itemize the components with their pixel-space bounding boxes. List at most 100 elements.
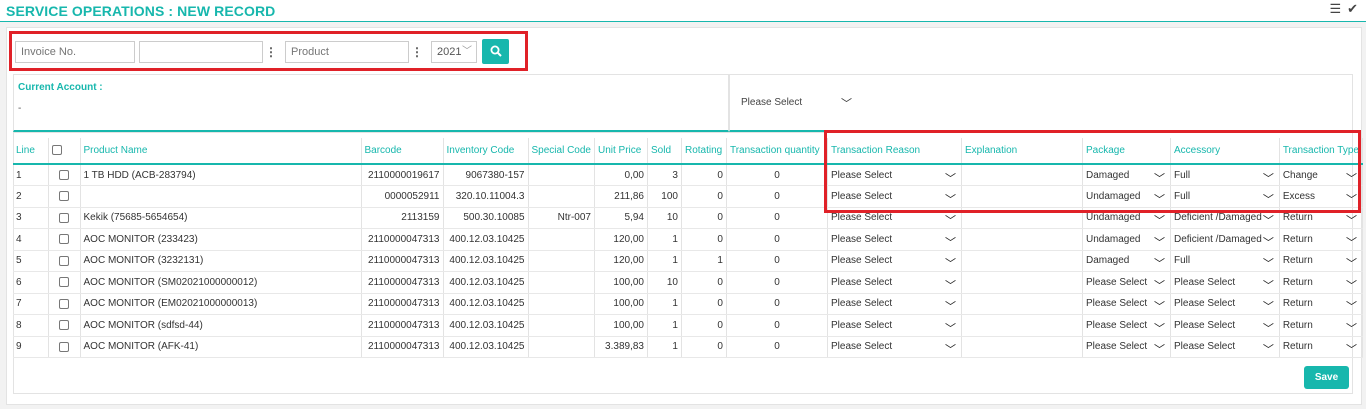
package-select[interactable]: Undamaged ﹀ — [1082, 207, 1171, 229]
checkbox-cell[interactable] — [48, 250, 81, 272]
checkbox-cell[interactable] — [48, 336, 81, 358]
column-header-barcode[interactable]: Barcode — [361, 138, 444, 165]
transaction-type-select[interactable]: Excess ﹀ — [1279, 185, 1363, 208]
accessory-select[interactable]: Deficient /Damaged ﹀ — [1170, 228, 1280, 251]
transaction-quantity-cell[interactable]: 0 — [726, 336, 828, 358]
explanation-input[interactable] — [961, 228, 1083, 251]
transaction-type-select[interactable]: Return ﹀ — [1279, 250, 1363, 272]
transaction-quantity-cell[interactable]: 0 — [726, 207, 828, 229]
package-select[interactable]: Please Select ﹀ — [1082, 314, 1171, 337]
table-row[interactable]: 2 0000052911 320.10.11004.3 211,86 100 0 0 Plea… — [13, 185, 1363, 208]
package-select[interactable]: Please Select ﹀ — [1082, 271, 1171, 294]
column-header-line[interactable]: Line — [13, 138, 49, 165]
row-checkbox[interactable] — [59, 255, 69, 266]
search-button[interactable] — [482, 39, 509, 64]
column-header-select-all[interactable] — [48, 138, 81, 165]
column-header-rotating[interactable]: Rotating — [681, 138, 727, 165]
transaction-quantity-cell[interactable]: 0 — [726, 293, 828, 315]
transaction-reason-select[interactable]: Please Select ﹀ — [827, 164, 962, 186]
transaction-quantity-cell[interactable]: 0 — [726, 164, 828, 186]
transaction-reason-select[interactable]: Please Select ﹀ — [827, 314, 962, 337]
package-select[interactable]: Damaged ﹀ — [1082, 250, 1171, 272]
row-checkbox[interactable] — [59, 341, 69, 352]
accessory-select[interactable]: Please Select ﹀ — [1170, 271, 1280, 294]
table-row[interactable]: 7 AOC MONITOR (EM02021000000013) 211000004… — [13, 293, 1363, 315]
product-input[interactable] — [285, 41, 409, 63]
explanation-input[interactable] — [961, 271, 1083, 294]
explanation-input[interactable] — [961, 207, 1083, 229]
transaction-quantity-cell[interactable]: 0 — [726, 250, 828, 272]
accessory-select[interactable]: Please Select ﹀ — [1170, 336, 1280, 358]
column-header-special-code[interactable]: Special Code — [528, 138, 595, 165]
row-checkbox[interactable] — [59, 277, 69, 288]
checkbox-cell[interactable] — [48, 314, 81, 337]
row-checkbox[interactable] — [59, 169, 69, 180]
checkbox-cell[interactable] — [48, 293, 81, 315]
checkbox-cell[interactable] — [48, 185, 81, 208]
explanation-input[interactable] — [961, 164, 1083, 186]
explanation-input[interactable] — [961, 314, 1083, 337]
table-row[interactable]: 8 AOC MONITOR (sdfsd-44) 2110000047313 400.… — [13, 314, 1363, 337]
transaction-type-select[interactable]: Change ﹀ — [1279, 164, 1363, 186]
column-header-transaction-reason[interactable]: Transaction Reason — [827, 138, 962, 165]
package-select[interactable]: Undamaged ﹀ — [1082, 228, 1171, 251]
accessory-select[interactable]: Full ﹀ — [1170, 250, 1280, 272]
accessory-select[interactable]: Full ﹀ — [1170, 164, 1280, 186]
accessory-select[interactable]: Please Select ﹀ — [1170, 314, 1280, 337]
table-row[interactable]: 6 AOC MONITOR (SM02021000000012) 211000004… — [13, 271, 1363, 294]
column-header-inventory-code[interactable]: Inventory Code — [443, 138, 529, 165]
save-button[interactable]: Save — [1304, 366, 1349, 389]
list-icon[interactable]: ☰ — [1329, 2, 1341, 16]
select-all-checkbox[interactable] — [51, 145, 62, 156]
package-select[interactable]: Damaged ﹀ — [1082, 164, 1171, 186]
account-select[interactable]: Please Select ﹀ — [741, 97, 852, 110]
transaction-type-select[interactable]: Return ﹀ — [1279, 228, 1363, 251]
transaction-type-select[interactable]: Return ﹀ — [1279, 336, 1363, 358]
accessory-select[interactable]: Please Select ﹀ — [1170, 293, 1280, 315]
explanation-input[interactable] — [961, 250, 1083, 272]
transaction-reason-select[interactable]: Please Select ﹀ — [827, 271, 962, 294]
column-header-explanation[interactable]: Explanation — [961, 138, 1083, 165]
explanation-input[interactable] — [961, 336, 1083, 358]
accessory-select[interactable]: Deficient /Damaged ﹀ — [1170, 207, 1280, 229]
table-row[interactable]: 1 1 TB HDD (ACB-283794) 2110000019617 90673… — [13, 164, 1363, 186]
checkbox-cell[interactable] — [48, 271, 81, 294]
transaction-type-select[interactable]: Return ﹀ — [1279, 293, 1363, 315]
row-checkbox[interactable] — [59, 298, 69, 309]
check-icon[interactable]: ✔ — [1347, 2, 1358, 16]
row-checkbox[interactable] — [59, 320, 69, 331]
column-header-product-name[interactable]: Product Name — [80, 138, 362, 165]
transaction-quantity-cell[interactable]: 0 — [726, 228, 828, 251]
invoice-input[interactable] — [15, 41, 135, 63]
transaction-quantity-cell[interactable]: 0 — [726, 314, 828, 337]
checkbox-cell[interactable] — [48, 228, 81, 251]
year-select[interactable]: 2021 ﹀ — [431, 41, 477, 63]
table-row[interactable]: 5 AOC MONITOR (3232131) 2110000047313 400.1… — [13, 250, 1363, 272]
column-header-package[interactable]: Package — [1082, 138, 1171, 165]
row-checkbox[interactable] — [59, 212, 69, 223]
explanation-input[interactable] — [961, 185, 1083, 208]
transaction-reason-select[interactable]: Please Select ﹀ — [827, 293, 962, 315]
table-row[interactable]: 9 AOC MONITOR (AFK-41) 2110000047313 400.12… — [13, 336, 1363, 358]
transaction-reason-select[interactable]: Please Select ﹀ — [827, 336, 962, 358]
package-select[interactable]: Please Select ﹀ — [1082, 293, 1171, 315]
customer-options-icon[interactable]: ⋮ — [265, 41, 277, 63]
transaction-type-select[interactable]: Return ﹀ — [1279, 314, 1363, 337]
column-header-unit-price[interactable]: Unit Price — [594, 138, 648, 165]
transaction-reason-select[interactable]: Please Select ﹀ — [827, 228, 962, 251]
package-select[interactable]: Please Select ﹀ — [1082, 336, 1171, 358]
transaction-reason-select[interactable]: Please Select ﹀ — [827, 250, 962, 272]
transaction-quantity-cell[interactable]: 0 — [726, 185, 828, 208]
column-header-accessory[interactable]: Accessory — [1170, 138, 1280, 165]
package-select[interactable]: Undamaged ﹀ — [1082, 185, 1171, 208]
column-header-sold[interactable]: Sold — [647, 138, 682, 165]
explanation-input[interactable] — [961, 293, 1083, 315]
customer-input[interactable] — [139, 41, 263, 63]
row-checkbox[interactable] — [59, 191, 69, 202]
product-options-icon[interactable]: ⋮ — [411, 41, 423, 63]
transaction-quantity-cell[interactable]: 0 — [726, 271, 828, 294]
transaction-type-select[interactable]: Return ﹀ — [1279, 207, 1363, 229]
checkbox-cell[interactable] — [48, 164, 81, 186]
column-header-transaction-quantity[interactable]: Transaction quantity — [726, 138, 828, 165]
table-row[interactable]: 4 AOC MONITOR (233423) 2110000047313 400.12… — [13, 228, 1363, 251]
